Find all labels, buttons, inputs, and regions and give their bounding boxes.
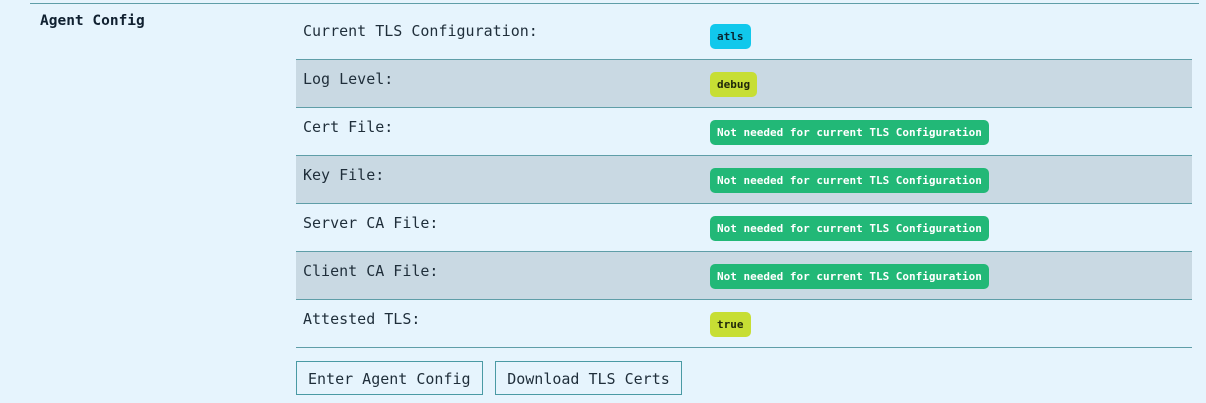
table-row-client-ca-file: Client CA File: Not needed for current T…: [296, 252, 1192, 300]
row-label-key-file: Key File:: [303, 166, 385, 184]
tls-config-badge: atls: [710, 24, 751, 49]
table-row-attested-tls: Attested TLS: true: [296, 300, 1192, 348]
table-row-cert-file: Cert File: Not needed for current TLS Co…: [296, 108, 1192, 156]
server-ca-file-badge: Not needed for current TLS Configuration: [710, 216, 989, 241]
row-label-tls-config: Current TLS Configuration:: [303, 22, 538, 40]
section-title: Agent Config: [40, 13, 145, 29]
table-row-key-file: Key File: Not needed for current TLS Con…: [296, 156, 1192, 204]
row-label-log-level: Log Level:: [303, 70, 394, 88]
action-buttons: Enter Agent Config Download TLS Certs: [296, 361, 685, 395]
log-level-badge: debug: [710, 72, 758, 97]
top-divider: [30, 3, 1199, 4]
table-row-server-ca-file: Server CA File: Not needed for current T…: [296, 204, 1192, 252]
attested-tls-badge: true: [710, 312, 751, 337]
agent-config-table: Current TLS Configuration: atls Log Leve…: [296, 12, 1192, 348]
key-file-badge: Not needed for current TLS Configuration: [710, 168, 989, 193]
row-label-client-ca-file: Client CA File:: [303, 262, 439, 280]
table-row-tls-config: Current TLS Configuration: atls: [296, 12, 1192, 60]
row-label-attested-tls: Attested TLS:: [303, 310, 421, 328]
client-ca-file-badge: Not needed for current TLS Configuration: [710, 264, 989, 289]
cert-file-badge: Not needed for current TLS Configuration: [710, 120, 989, 145]
row-label-server-ca-file: Server CA File:: [303, 214, 439, 232]
download-tls-certs-button[interactable]: Download TLS Certs: [495, 361, 682, 395]
row-label-cert-file: Cert File:: [303, 118, 394, 136]
enter-agent-config-button[interactable]: Enter Agent Config: [296, 361, 483, 395]
table-row-log-level: Log Level: debug: [296, 60, 1192, 108]
